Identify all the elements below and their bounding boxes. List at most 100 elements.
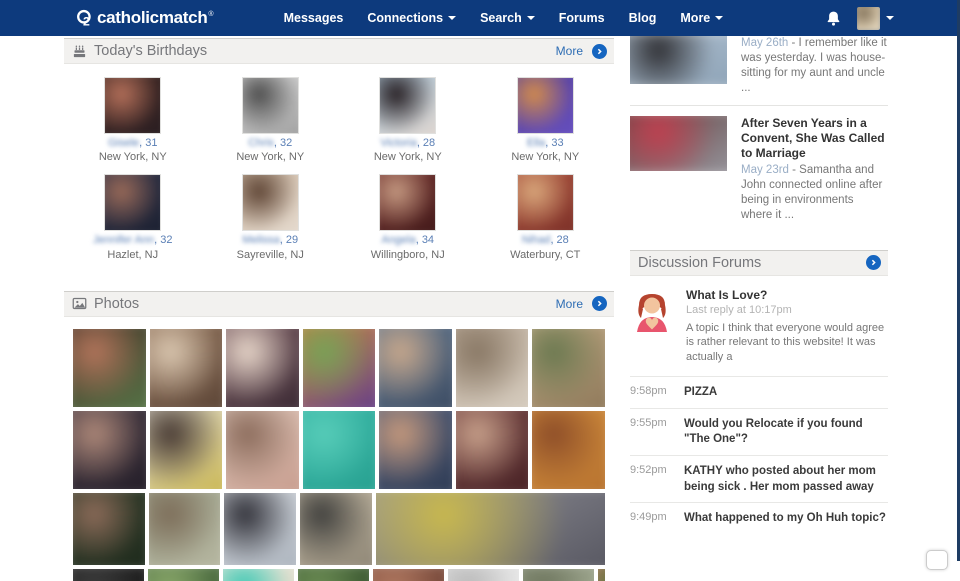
profile-photo[interactable] bbox=[104, 77, 161, 134]
nav-link-blog[interactable]: Blog bbox=[629, 11, 657, 25]
profile-photo[interactable] bbox=[104, 174, 161, 231]
photos-more-link[interactable]: More bbox=[556, 297, 583, 311]
profile-name-link[interactable]: Melissa, 29 bbox=[242, 234, 298, 246]
photo-thumbnail[interactable] bbox=[226, 329, 299, 407]
birthdays-more-link[interactable]: More bbox=[556, 44, 583, 58]
birthday-profile-card[interactable]: Nihad, 28 Waterbury, CT bbox=[477, 174, 615, 261]
profile-name-link[interactable]: Victoria, 28 bbox=[380, 137, 435, 149]
photo-thumbnail[interactable] bbox=[223, 569, 294, 581]
profile-photo[interactable] bbox=[379, 77, 436, 134]
photo-thumbnail[interactable] bbox=[149, 493, 221, 565]
topic-title-link[interactable]: Would you Relocate if you found "The One… bbox=[684, 417, 888, 448]
nav-link-search[interactable]: Search bbox=[480, 11, 535, 25]
profile-name-link[interactable]: Chris, 32 bbox=[248, 137, 292, 149]
photo-thumbnail[interactable] bbox=[376, 493, 605, 565]
blurred-photo bbox=[223, 569, 294, 581]
birthday-profile-card[interactable]: Victoria, 28 New York, NY bbox=[339, 77, 477, 164]
photo-thumbnail[interactable] bbox=[150, 329, 223, 407]
photo-thumbnail[interactable] bbox=[226, 411, 299, 489]
forum-topic-row[interactable]: 9:58pm PIZZA bbox=[630, 376, 888, 408]
photo-thumbnail[interactable] bbox=[150, 411, 223, 489]
photo-thumbnail[interactable] bbox=[379, 329, 452, 407]
photo-thumbnail[interactable] bbox=[532, 411, 605, 489]
floating-widget-button[interactable] bbox=[926, 550, 948, 570]
birthday-profile-card[interactable]: Gisele, 31 New York, NY bbox=[64, 77, 202, 164]
user-avatar[interactable] bbox=[857, 7, 880, 30]
birthday-profile-card[interactable]: Melissa, 29 Sayreville, NJ bbox=[202, 174, 340, 261]
profile-photo[interactable] bbox=[379, 174, 436, 231]
nav-right bbox=[826, 7, 894, 30]
photo-thumbnail[interactable] bbox=[73, 493, 145, 565]
profile-photo[interactable] bbox=[242, 77, 299, 134]
birthday-profile-card[interactable]: Angela, 34 Willingboro, NJ bbox=[339, 174, 477, 261]
blurred-photo bbox=[373, 569, 444, 581]
nav-link-more[interactable]: More bbox=[680, 11, 723, 25]
birthday-profile-card[interactable]: Chris, 32 New York, NY bbox=[202, 77, 340, 164]
photo-thumbnail[interactable] bbox=[523, 569, 594, 581]
photo-grid bbox=[73, 329, 605, 581]
featured-topic-meta: Last reply at 10:17pm bbox=[686, 304, 888, 316]
photo-thumbnail[interactable] bbox=[224, 493, 296, 565]
forum-topic-row[interactable]: 9:55pm Would you Relocate if you found "… bbox=[630, 408, 888, 455]
nav-link-forums[interactable]: Forums bbox=[559, 11, 605, 25]
birthdays-more-arrow-icon[interactable] bbox=[592, 44, 607, 59]
photo-thumbnail[interactable] bbox=[148, 569, 219, 581]
blog-post-title[interactable]: After Seven Years in a Convent, She Was … bbox=[741, 116, 888, 161]
photo-thumbnail[interactable] bbox=[73, 329, 146, 407]
photo-thumbnail[interactable] bbox=[456, 411, 529, 489]
blurred-photo bbox=[532, 411, 605, 489]
profile-name-link[interactable]: Jennifer Ann, 32 bbox=[93, 234, 173, 246]
profile-name-link[interactable]: Ella, 33 bbox=[527, 137, 564, 149]
profile-name-link[interactable]: Gisele, 31 bbox=[108, 137, 158, 149]
nav-links: Messages Connections Search Forums Blog … bbox=[284, 11, 748, 25]
photo-thumbnail[interactable] bbox=[448, 569, 519, 581]
birthday-profile-card[interactable]: Jennifer Ann, 32 Hazlet, NJ bbox=[64, 174, 202, 261]
avatar-image bbox=[857, 7, 880, 30]
account-caret-down-icon[interactable] bbox=[886, 16, 894, 20]
profile-name-link[interactable]: Angela, 34 bbox=[381, 234, 434, 246]
topic-title-link[interactable]: PIZZA bbox=[684, 385, 888, 401]
notifications-bell-icon[interactable] bbox=[826, 10, 841, 27]
birthday-profile-card[interactable]: Ella, 33 New York, NY bbox=[477, 77, 615, 164]
main-content-column: Today's Birthdays More Gisele, 31 New Yo… bbox=[64, 36, 614, 581]
photo-thumbnail[interactable] bbox=[73, 411, 146, 489]
profile-location: New York, NY bbox=[477, 151, 615, 164]
featured-topic-title[interactable]: What Is Love? bbox=[686, 288, 888, 302]
blog-post-date: May 26th bbox=[741, 37, 788, 49]
blurred-photo bbox=[456, 411, 529, 489]
blurred-photo bbox=[73, 493, 145, 565]
photo-thumbnail[interactable] bbox=[373, 569, 444, 581]
photo-thumbnail[interactable] bbox=[456, 329, 529, 407]
nav-link-messages[interactable]: Messages bbox=[284, 11, 344, 25]
brand-logo[interactable]: 2 catholicmatch ® bbox=[68, 8, 214, 29]
blog-post-item[interactable]: May 26th - I remember like it was yester… bbox=[630, 36, 888, 96]
photo-thumbnail[interactable] bbox=[379, 411, 452, 489]
blog-post-text: May 26th - I remember like it was yester… bbox=[741, 36, 888, 96]
photo-thumbnail[interactable] bbox=[303, 411, 376, 489]
photo-thumbnail[interactable] bbox=[598, 569, 605, 581]
topic-title-link[interactable]: What happened to my Oh Huh topic? bbox=[684, 511, 888, 527]
profile-name-link[interactable]: Nihad, 28 bbox=[522, 234, 569, 246]
photos-more-arrow-icon[interactable] bbox=[592, 296, 607, 311]
blog-post-item[interactable]: After Seven Years in a Convent, She Was … bbox=[630, 116, 888, 223]
nav-link-connections[interactable]: Connections bbox=[367, 11, 456, 25]
profile-photo[interactable] bbox=[242, 174, 299, 231]
photo-thumbnail[interactable] bbox=[298, 569, 369, 581]
forum-topic-row[interactable]: 9:52pm KATHY who posted about her mom be… bbox=[630, 455, 888, 502]
blurred-photo bbox=[517, 174, 574, 231]
blurred-photo bbox=[224, 493, 296, 565]
photo-thumbnail[interactable] bbox=[532, 329, 605, 407]
caret-down-icon bbox=[527, 16, 535, 20]
photo-thumbnail[interactable] bbox=[303, 329, 376, 407]
profile-photo[interactable] bbox=[517, 77, 574, 134]
featured-forum-topic[interactable]: What Is Love? Last reply at 10:17pm A to… bbox=[630, 288, 888, 365]
blurred-photo bbox=[448, 569, 519, 581]
topic-title-link[interactable]: KATHY who posted about her mom being sic… bbox=[684, 464, 888, 495]
forum-topic-row[interactable]: 9:49pm What happened to my Oh Huh topic? bbox=[630, 502, 888, 534]
profile-photo[interactable] bbox=[517, 174, 574, 231]
forums-section-header: Discussion Forums bbox=[630, 250, 888, 276]
forums-more-arrow-icon[interactable] bbox=[866, 255, 881, 270]
photo-thumbnail[interactable] bbox=[73, 569, 144, 581]
blurred-photo bbox=[104, 174, 161, 231]
photo-thumbnail[interactable] bbox=[300, 493, 372, 565]
